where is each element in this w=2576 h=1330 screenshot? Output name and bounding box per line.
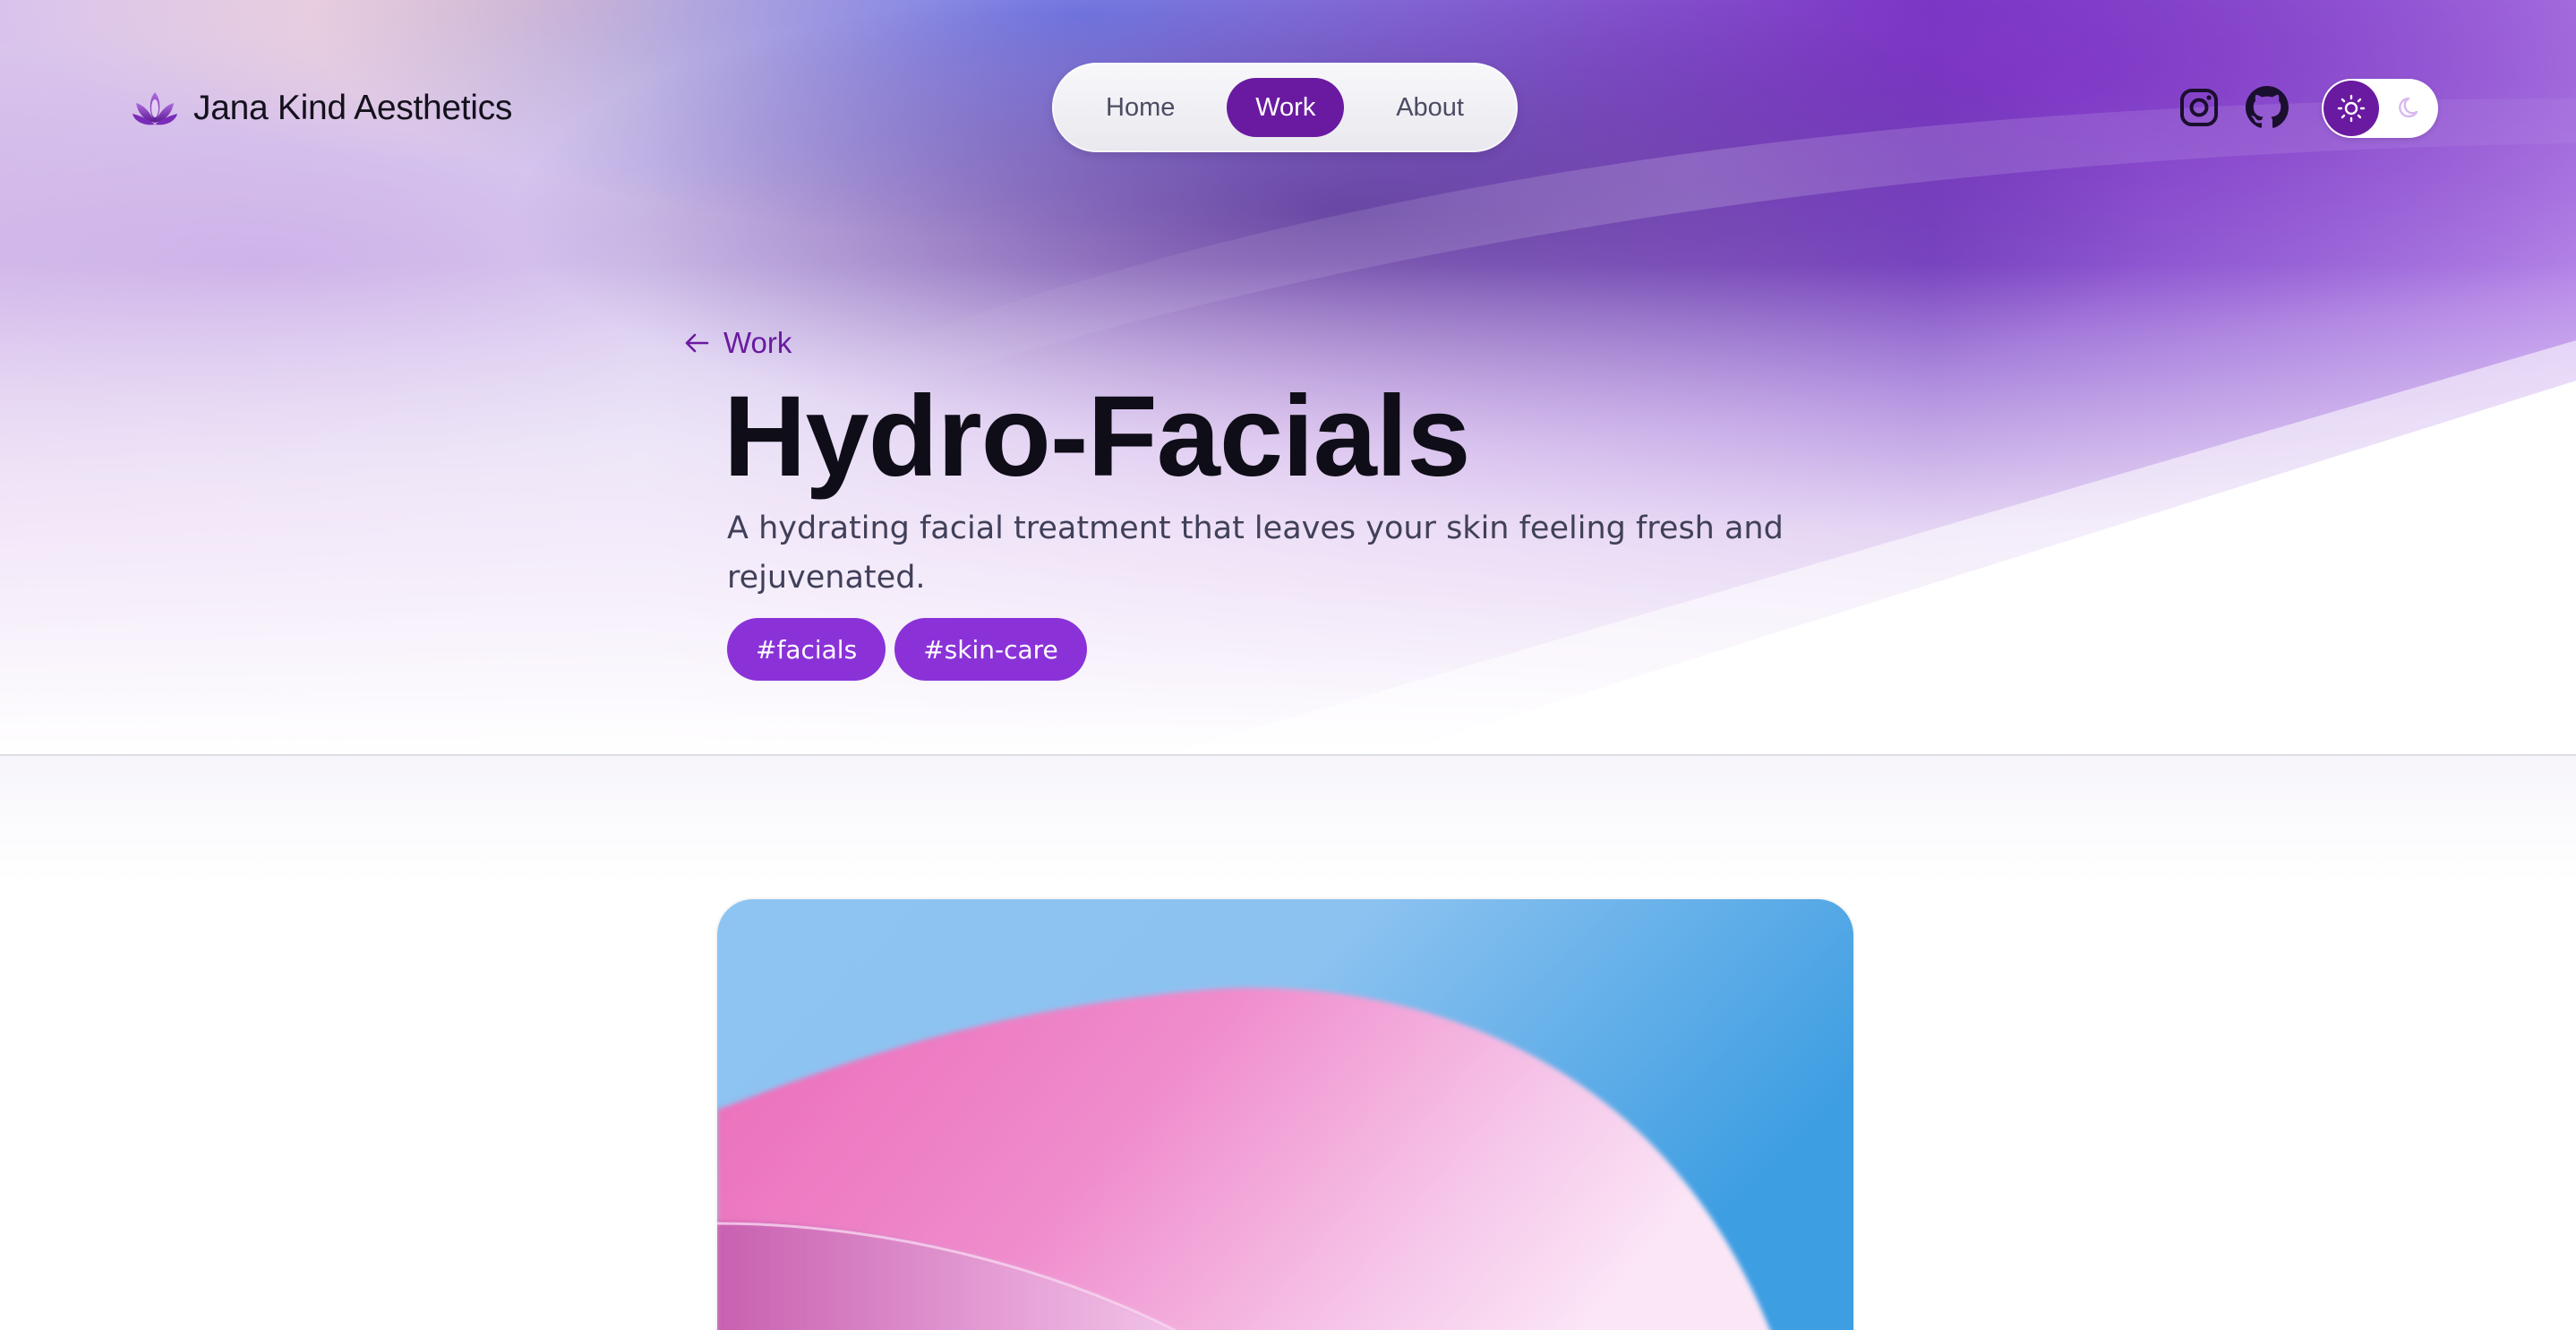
instagram-icon[interactable] — [2178, 86, 2221, 129]
moon-icon — [2399, 97, 2418, 118]
back-link-label: Work — [723, 326, 792, 359]
arrow-left-icon — [685, 333, 709, 353]
page-description: A hydrating facial treatment that leaves… — [727, 511, 1784, 596]
sun-icon — [2337, 94, 2366, 123]
brand-name: Jana Kind Aesthetics — [193, 89, 513, 127]
section-fade — [0, 756, 2576, 881]
light-mode-button[interactable] — [2324, 81, 2379, 136]
nav-item-about[interactable]: About — [1367, 78, 1493, 137]
nav-item-work[interactable]: Work — [1227, 78, 1345, 137]
theme-toggle[interactable] — [2322, 79, 2438, 138]
tag-list: #facials #skin-care — [727, 618, 1087, 681]
tag-facials[interactable]: #facials — [727, 618, 886, 681]
brand-link[interactable]: Jana Kind Aesthetics — [131, 86, 512, 131]
dark-mode-button[interactable] — [2395, 93, 2426, 124]
github-icon[interactable] — [2246, 86, 2289, 129]
feature-image — [717, 899, 1853, 1330]
back-to-work-link[interactable]: Work — [684, 326, 792, 360]
tag-skin-care[interactable]: #skin-care — [894, 618, 1087, 681]
lotus-icon — [133, 92, 177, 125]
page-title: Hydro-Facials — [723, 373, 1470, 501]
main-nav: Home Work About — [1052, 63, 1518, 152]
nav-item-home[interactable]: Home — [1077, 78, 1203, 137]
page: Jana Kind Aesthetics Home Work About Wor… — [0, 0, 2576, 1330]
